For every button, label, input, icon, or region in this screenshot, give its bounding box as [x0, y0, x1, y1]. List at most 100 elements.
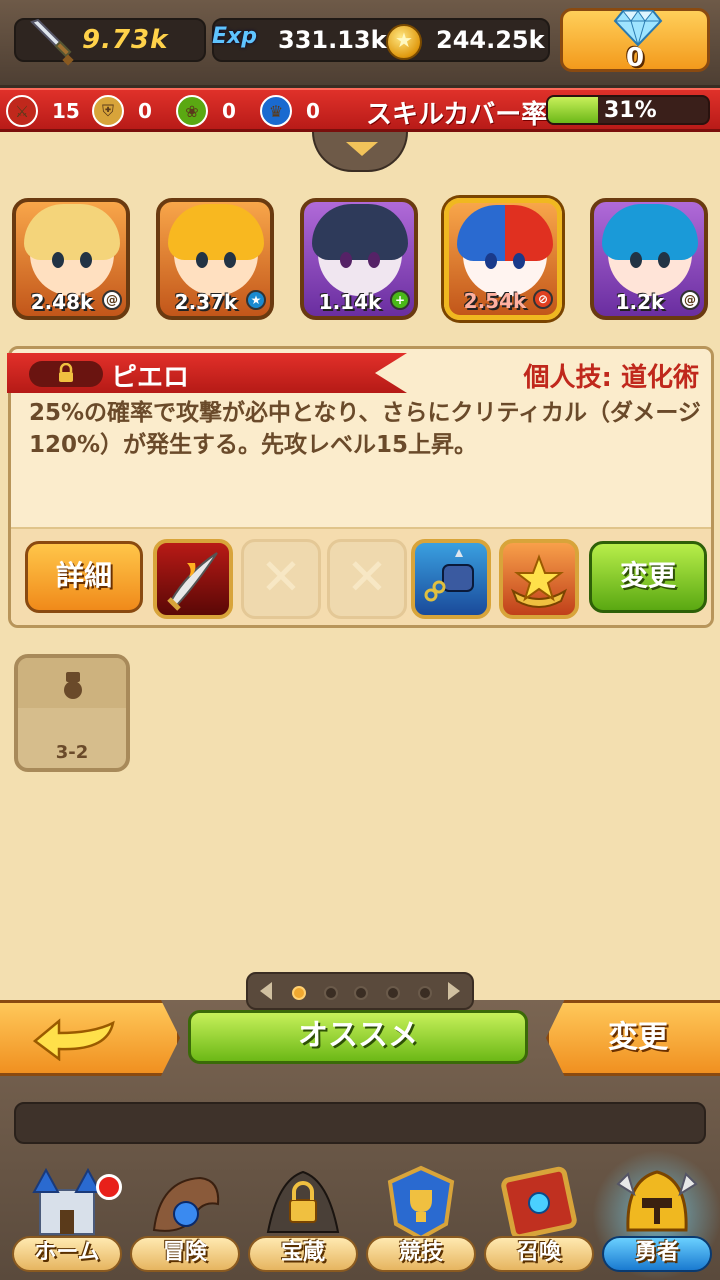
hero-card-selected[interactable]: 2.54k ⊘	[444, 198, 562, 320]
skill-slot-star[interactable]	[499, 539, 579, 619]
star-icon: ★	[246, 290, 266, 310]
back-arrow-icon	[33, 1018, 115, 1061]
nav-home[interactable]: ホーム	[8, 1160, 126, 1280]
page-dot[interactable]	[292, 986, 306, 1000]
hero-eye	[368, 252, 380, 268]
hero-hair	[168, 204, 264, 260]
leaf-icon: ❀	[176, 95, 208, 127]
hero-name: ピエロ	[111, 363, 190, 393]
gem-shop-button[interactable]: 0	[560, 8, 710, 73]
nav-arena[interactable]: 競技	[362, 1160, 480, 1280]
skill-cover-title: スキルカバー率	[366, 100, 548, 130]
hero-hair	[602, 204, 698, 260]
skill-slot-sword[interactable]	[153, 539, 233, 619]
plus-icon: +	[390, 290, 410, 310]
skill-cover-progress: 31%	[546, 95, 710, 125]
detail-button[interactable]: 詳細	[25, 541, 143, 613]
skill-name: 個人技: 道化術	[523, 363, 699, 393]
page-dot[interactable]	[354, 986, 368, 1000]
lock-badge[interactable]	[29, 361, 103, 387]
back-button[interactable]	[0, 1000, 180, 1076]
crown-icon: ♛	[260, 95, 292, 127]
change-skill-button[interactable]: 変更	[589, 541, 707, 613]
attack-value: 9.73k	[82, 25, 169, 55]
hero-power: 1.2k	[615, 290, 665, 314]
page-next-icon[interactable]	[448, 982, 460, 1000]
page-dot[interactable]	[386, 986, 400, 1000]
keyhole-icon	[64, 672, 82, 699]
skill-slot-empty[interactable]: ✕	[241, 539, 321, 619]
page-dot[interactable]	[324, 986, 338, 1000]
unlock-stage-label: 3-2	[55, 742, 89, 763]
sword-icon	[30, 18, 74, 66]
skill-count-attack: ⚔ 15	[6, 94, 80, 128]
hero-card[interactable]: 1.2k @	[590, 198, 708, 320]
hero-eye	[224, 252, 236, 268]
skill-count-special: ♛ 0	[260, 94, 320, 128]
message-strip	[14, 1102, 706, 1144]
flaming-sword-icon	[167, 552, 218, 611]
summon-book-icon	[501, 1166, 577, 1240]
change-hero-button[interactable]: 変更	[546, 1000, 720, 1076]
page-prev-icon[interactable]	[260, 982, 272, 1000]
skill-cover-percent: 31%	[604, 98, 657, 123]
hero-name-ribbon: ピエロ	[7, 353, 407, 393]
skill-slot-chain[interactable]	[411, 539, 491, 619]
skill-summary-bar: ⚔ 15 ⛨ 0 ❀ 0 ♛ 0 スキルカバー率 31%	[0, 88, 720, 132]
hero-eye	[513, 253, 525, 269]
hero-eye	[196, 252, 208, 268]
page-dot[interactable]	[418, 986, 432, 1000]
empty-slot-x-icon: ✕	[260, 548, 302, 606]
star-emblem-icon	[510, 554, 568, 608]
skill-count-value: 15	[52, 99, 80, 123]
gem-count: 0	[625, 43, 645, 73]
hero-card[interactable]: 1.14k +	[300, 198, 418, 320]
hero-cap	[312, 204, 408, 260]
skill-count-support: ❀ 0	[176, 94, 236, 128]
chain-fist-icon	[424, 549, 474, 602]
nav-treasure[interactable]: 宝蔵	[244, 1160, 362, 1280]
page-indicator	[246, 972, 474, 1010]
nav-label: 宝蔵	[248, 1236, 358, 1272]
skill-detail-panel: ピエロ 個人技: 道化術 25%の確率で攻撃が必中となり、さらにクリティカル（ダ…	[7, 346, 714, 628]
diamond-icon	[613, 10, 663, 47]
exp-value: 331.13k	[278, 26, 387, 54]
castle-icon	[32, 1167, 102, 1235]
nav-hero[interactable]: 勇者	[592, 1150, 720, 1280]
recommend-button[interactable]: オススメ	[188, 1010, 528, 1064]
gold-coin-icon: ★	[386, 24, 422, 60]
no-icon: ⊘	[533, 289, 553, 309]
hero-eye	[80, 252, 92, 268]
sword-icon: ⚔	[6, 95, 38, 127]
nav-adventure[interactable]: 冒険	[126, 1160, 244, 1280]
expand-toggle-button[interactable]	[312, 132, 408, 172]
hero-eye	[630, 252, 642, 268]
hero-power: 2.37k	[174, 290, 238, 314]
skill-count-value: 0	[306, 99, 320, 123]
swirl-icon: @	[102, 290, 122, 310]
nav-label: 冒険	[130, 1236, 240, 1272]
notification-badge	[96, 1174, 122, 1200]
locked-equipment-slot[interactable]: 3-2	[14, 654, 130, 772]
hero-card[interactable]: 2.48k @	[12, 198, 130, 320]
shield-icon: ⛨	[92, 95, 124, 127]
skill-count-defense: ⛨ 0	[92, 94, 152, 128]
exp-gold-display: Exp 331.13k ★ 244.25k	[212, 18, 550, 62]
dragon-icon	[152, 1176, 220, 1232]
jester-hat	[457, 205, 553, 261]
skill-count-value: 0	[138, 99, 152, 123]
hero-helmet-icon	[616, 1170, 698, 1232]
nav-summon[interactable]: 召喚	[480, 1160, 598, 1280]
attack-power-display: 9.73k	[14, 18, 206, 66]
hero-eye	[52, 252, 64, 268]
swirl-icon: @	[680, 290, 700, 310]
nav-label: ホーム	[12, 1236, 122, 1272]
chevron-down-icon	[346, 142, 378, 156]
treasure-lock-icon	[266, 1170, 340, 1233]
exp-label: Exp	[212, 24, 257, 49]
hero-eye	[485, 253, 497, 269]
hero-power: 2.54k	[463, 289, 527, 313]
nav-label: 勇者	[602, 1236, 712, 1272]
skill-slot-empty[interactable]: ✕	[327, 539, 407, 619]
hero-card[interactable]: 2.37k ★	[156, 198, 274, 320]
